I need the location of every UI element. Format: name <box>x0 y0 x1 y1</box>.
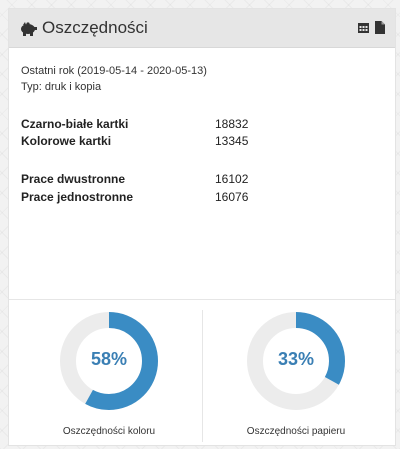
period-text: Ostatni rok (2019-05-14 - 2020-05-13) <box>21 65 207 77</box>
stat-value: 16102 <box>215 172 249 186</box>
stat-label: Czarno-białe kartki <box>21 117 129 131</box>
type-text: Typ: druk i kopia <box>21 81 102 93</box>
stat-row-simplex: Prace jednostronne 16076 <box>21 190 321 206</box>
paper-savings-gauge: 33% <box>246 311 346 411</box>
stat-value: 18832 <box>215 117 249 131</box>
stat-label: Prace jednostronne <box>21 190 134 204</box>
stat-value: 16076 <box>215 190 249 204</box>
savings-widget: Oszczędności Ostatni rok (2019-05-14 - 2… <box>8 8 396 446</box>
column-divider <box>202 310 203 442</box>
file-icon[interactable] <box>375 21 385 34</box>
color-savings-gauge: 58% <box>59 311 159 411</box>
stat-label: Prace dwustronne <box>21 172 126 186</box>
stat-row-mono: Czarno-białe kartki 18832 <box>21 117 321 133</box>
stat-row-duplex: Prace dwustronne 16102 <box>21 172 321 188</box>
piggy-bank-icon <box>21 22 37 36</box>
stat-value: 13345 <box>215 134 249 148</box>
widget-title: Oszczędności <box>42 18 148 37</box>
gauge-caption: Oszczędności koloru <box>62 426 156 437</box>
stat-row-color: Kolorowe kartki 13345 <box>21 134 321 150</box>
gauge-caption: Oszczędności papieru <box>246 426 346 437</box>
calendar-icon[interactable] <box>358 22 369 33</box>
stat-label: Kolorowe kartki <box>21 134 112 148</box>
gauge-percent: 58% <box>90 349 128 369</box>
section-divider <box>9 299 395 300</box>
gauge-percent: 33% <box>277 349 315 369</box>
widget-header: Oszczędności <box>9 9 395 48</box>
